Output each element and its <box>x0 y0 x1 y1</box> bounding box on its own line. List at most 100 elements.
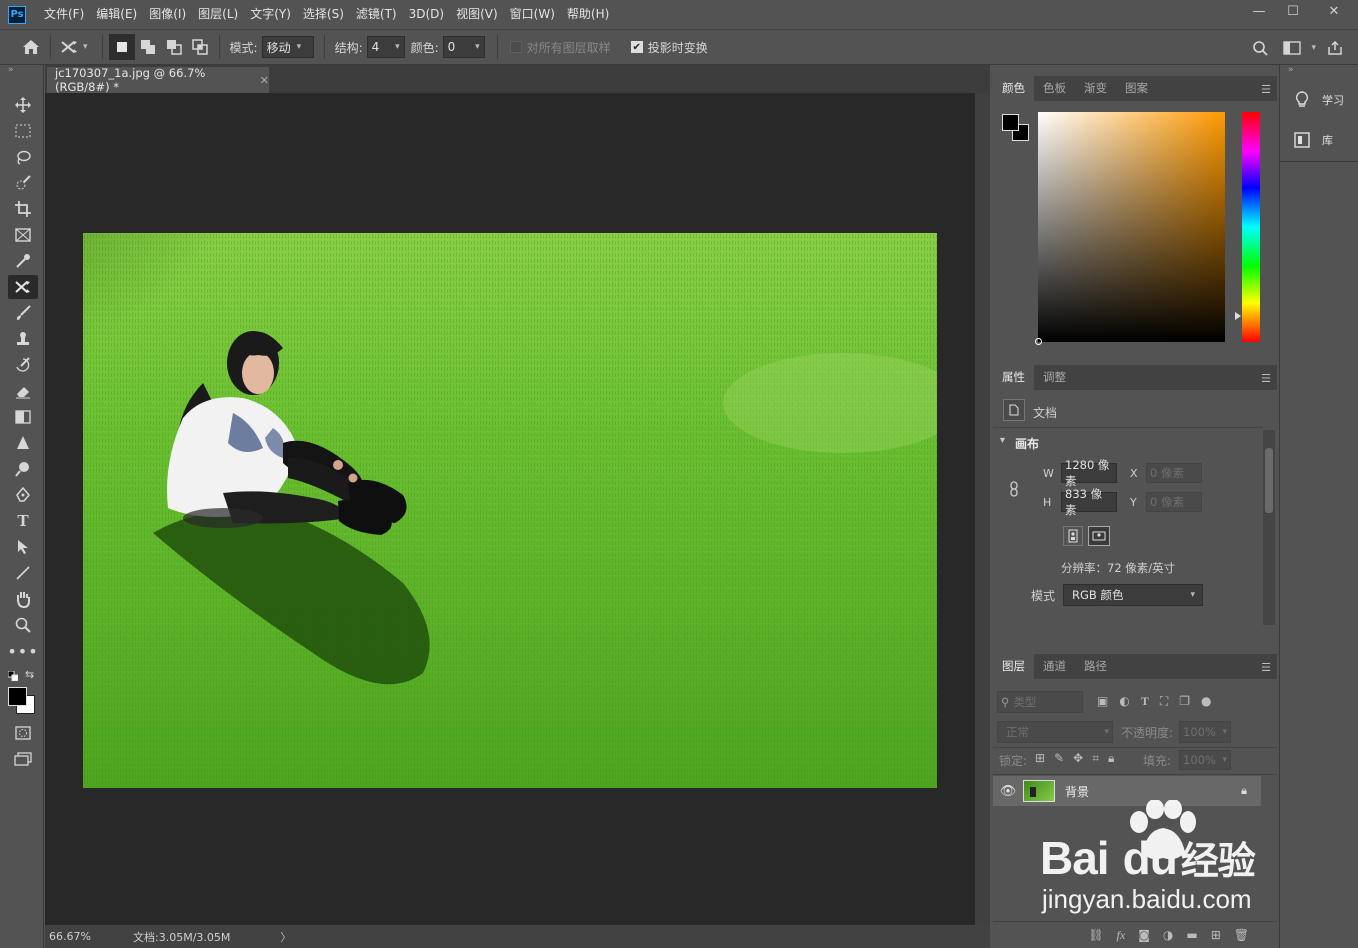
menu-select[interactable]: 选择(S) <box>297 0 350 29</box>
tab-patterns[interactable]: 图案 <box>1116 76 1157 101</box>
color-picker-handle[interactable] <box>1035 338 1042 345</box>
chevron-down-icon[interactable]: ▾ <box>1000 435 1005 446</box>
sample-all-layers-checkbox[interactable]: 对所有图层取样 <box>509 39 611 56</box>
height-field[interactable]: 833 像素 <box>1061 487 1117 517</box>
menu-help[interactable]: 帮助(H) <box>561 0 615 29</box>
link-icon[interactable] <box>1009 481 1019 500</box>
panel-menu-icon[interactable]: ☰ <box>1261 372 1271 385</box>
fill-field[interactable]: 100% ▾ <box>1179 750 1231 770</box>
lock-artboard-icon[interactable]: ⌗ <box>1092 751 1099 766</box>
menu-window[interactable]: 窗口(W) <box>504 0 561 29</box>
share-icon[interactable] <box>1322 35 1348 61</box>
layer-filter-select[interactable]: ⚲ 类型 <box>997 691 1083 713</box>
move-tool-icon[interactable] <box>8 93 38 117</box>
collapse-arrows-icon[interactable]: » <box>1288 65 1294 75</box>
content-aware-move-tool-icon[interactable] <box>8 275 38 299</box>
collapse-arrows-icon[interactable]: » <box>8 65 14 75</box>
blur-tool-icon[interactable] <box>8 431 38 455</box>
menu-3d[interactable]: 3D(D) <box>403 0 450 29</box>
app-logo-icon[interactable]: Ps <box>8 5 26 24</box>
status-menu-arrow[interactable]: 〉 <box>280 929 291 945</box>
brush-tool-icon[interactable] <box>8 301 38 325</box>
panel-menu-icon[interactable]: ☰ <box>1261 83 1271 96</box>
document-image[interactable] <box>83 233 937 788</box>
close-button[interactable]: ✕ <box>1310 0 1358 22</box>
intersect-selection-icon[interactable] <box>187 34 213 60</box>
zoom-level[interactable]: 66.67% <box>49 930 133 943</box>
home-icon[interactable] <box>18 34 44 60</box>
line-tool-icon[interactable] <box>8 561 38 585</box>
quick-selection-tool-icon[interactable] <box>8 171 38 195</box>
foreground-swatch[interactable] <box>1002 114 1019 131</box>
hue-slider[interactable] <box>1235 112 1260 342</box>
dock-item-libraries[interactable]: 库 <box>1284 124 1354 156</box>
subtract-from-selection-icon[interactable] <box>161 34 187 60</box>
mode-select[interactable]: 移动 ▾ <box>261 36 314 58</box>
dodge-tool-icon[interactable] <box>8 457 38 481</box>
quick-mask-icon[interactable] <box>8 721 38 745</box>
marquee-tool-icon[interactable] <box>8 119 38 143</box>
menu-view[interactable]: 视图(V) <box>450 0 504 29</box>
eye-icon[interactable]: 👁︎ <box>993 784 1023 799</box>
screen-mode-icon[interactable] <box>8 747 38 771</box>
zoom-tool-icon[interactable] <box>8 613 38 637</box>
x-field[interactable]: 0 像素 <box>1146 463 1202 483</box>
menu-image[interactable]: 图像(I) <box>143 0 192 29</box>
shape-filter-icon[interactable]: ⛶ <box>1160 694 1168 709</box>
minimize-button[interactable]: — <box>1242 0 1276 22</box>
new-layer-icon[interactable]: ⊞ <box>1211 928 1221 942</box>
color-mode-select[interactable]: RGB 颜色 ▾ <box>1063 584 1203 606</box>
color-field[interactable] <box>1035 112 1225 345</box>
scrollbar-thumb[interactable] <box>1265 448 1273 513</box>
pixel-filter-icon[interactable]: ▣ <box>1097 694 1108 709</box>
tab-channels[interactable]: 通道 <box>1034 654 1075 679</box>
adjustment-layer-icon[interactable]: ◑ <box>1163 928 1173 942</box>
menu-edit[interactable]: 编辑(E) <box>90 0 143 29</box>
maximize-button[interactable]: ☐ <box>1276 0 1310 22</box>
search-icon[interactable] <box>1247 35 1273 61</box>
y-field[interactable]: 0 像素 <box>1146 492 1202 512</box>
dock-item-learn[interactable]: 学习 <box>1284 84 1354 116</box>
history-brush-tool-icon[interactable] <box>8 353 38 377</box>
hue-slider-handle[interactable] <box>1235 312 1241 320</box>
structure-select[interactable]: 4 ▾ <box>366 36 405 58</box>
swap-colors-icon[interactable]: ⇆ <box>25 668 34 681</box>
tab-paths[interactable]: 路径 <box>1075 654 1116 679</box>
eraser-tool-icon[interactable] <box>8 379 38 403</box>
menu-layer[interactable]: 图层(L) <box>192 0 244 29</box>
tab-color[interactable]: 颜色 <box>993 76 1034 101</box>
canvas-area[interactable] <box>45 93 975 925</box>
close-tab-icon[interactable]: ✕ <box>260 74 269 87</box>
lock-position-icon[interactable]: ✥ <box>1073 751 1083 766</box>
adjustment-filter-icon[interactable]: ◐ <box>1119 694 1129 709</box>
width-field[interactable]: 1280 像素 <box>1061 458 1117 488</box>
tab-layers[interactable]: 图层 <box>993 654 1034 679</box>
lock-image-icon[interactable]: ✎ <box>1054 751 1064 766</box>
landscape-orientation-icon[interactable] <box>1088 526 1110 546</box>
panel-menu-icon[interactable]: ☰ <box>1261 661 1271 674</box>
tab-gradients[interactable]: 渐变 <box>1075 76 1116 101</box>
chevron-down-icon[interactable]: ▾ <box>83 42 88 52</box>
more-tools-icon[interactable]: ••• <box>7 639 38 663</box>
menu-file[interactable]: 文件(F) <box>38 0 90 29</box>
pen-tool-icon[interactable] <box>8 483 38 507</box>
color-select[interactable]: 0 ▾ <box>442 36 485 58</box>
smart-object-filter-icon[interactable]: ❐ <box>1179 694 1190 709</box>
layer-name[interactable]: 背景 <box>1065 783 1089 800</box>
crop-tool-icon[interactable] <box>8 197 38 221</box>
hand-tool-icon[interactable] <box>8 587 38 611</box>
trash-icon[interactable]: 🗑︎ <box>1234 928 1249 942</box>
link-layers-icon[interactable]: ⛓︎ <box>1088 928 1103 942</box>
new-group-icon[interactable]: ▬ <box>1186 928 1197 942</box>
properties-scrollbar[interactable] <box>1263 430 1275 625</box>
lasso-tool-icon[interactable] <box>8 145 38 169</box>
lock-icon[interactable]: 🔒︎ <box>1241 784 1247 798</box>
lock-transparent-icon[interactable]: ⊞ <box>1035 751 1045 766</box>
stamp-tool-icon[interactable] <box>8 327 38 351</box>
menu-type[interactable]: 文字(Y) <box>244 0 297 29</box>
path-selection-tool-icon[interactable] <box>8 535 38 559</box>
default-colors-icon[interactable] <box>7 670 19 682</box>
portrait-orientation-icon[interactable] <box>1063 526 1083 546</box>
eyedropper-tool-icon[interactable] <box>8 249 38 273</box>
frame-tool-icon[interactable] <box>8 223 38 247</box>
